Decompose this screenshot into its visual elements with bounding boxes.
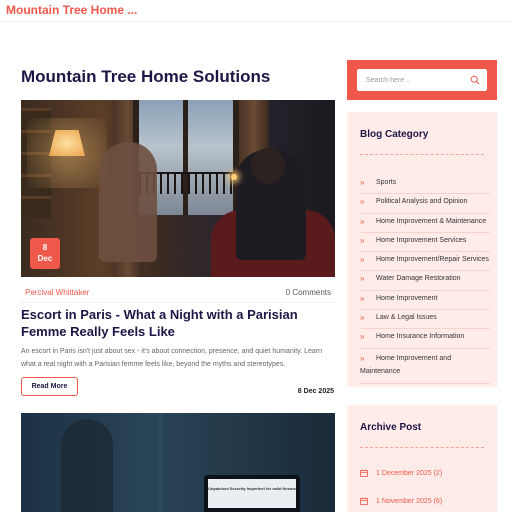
search-input[interactable]: [357, 69, 467, 91]
archive-item-november-2025[interactable]: 1 November 2025 (6): [360, 495, 490, 512]
category-label: Home Improvement and Maintenance: [360, 354, 452, 375]
laptop-screen-text: Unpatched Security Imperfect for valid t…: [208, 479, 296, 508]
category-label: Home Insurance Information: [376, 333, 465, 341]
page-title: Mountain Tree Home Solutions: [21, 67, 271, 86]
category-item-home-improvement[interactable]: » Home Improvement: [360, 291, 490, 311]
second-post-image[interactable]: Unpatched Security Imperfect for valid t…: [21, 413, 335, 512]
category-item-political-analysis[interactable]: » Political Analysis and Opinion: [360, 194, 490, 214]
read-more-button[interactable]: Read More: [21, 377, 78, 396]
post-comments-link[interactable]: 0 Comments: [220, 288, 331, 297]
category-item-home-insurance[interactable]: » Home Insurance Information: [360, 329, 490, 349]
category-label: Home Improvement & Maintenance: [376, 217, 487, 225]
category-item-home-improvement-services[interactable]: » Home Improvement Services: [360, 233, 490, 253]
double-chevron-right-icon: »: [360, 332, 365, 342]
double-chevron-right-icon: »: [360, 235, 365, 245]
archive-list: 1 December 2025 (2) 1 November 2025 (6): [360, 467, 490, 512]
double-chevron-right-icon: »: [360, 293, 365, 303]
calendar-icon: [360, 469, 368, 477]
category-label: Home Improvement Services: [376, 236, 467, 244]
widget-title-divider: [360, 154, 484, 155]
category-label: Home Improvement/Repair Services: [376, 256, 489, 264]
category-item-home-improvement-and-maintenance[interactable]: » Home Improvement and Maintenance: [360, 349, 490, 384]
post-date-badge: 8 Dec: [30, 238, 60, 269]
post-excerpt: An escort in Paris isn't just about sex …: [21, 348, 322, 368]
archive-post-title: Archive Post: [360, 422, 422, 433]
post-date: 8 Dec 2025: [297, 388, 334, 395]
post-featured-image[interactable]: [21, 100, 335, 277]
widget-title-divider: [360, 447, 484, 448]
category-label: Sports: [376, 179, 397, 186]
site-title-link[interactable]: Mountain Tree Home ...: [6, 3, 137, 17]
top-header: Mountain Tree Home ...: [0, 0, 512, 22]
double-chevron-right-icon: »: [360, 313, 365, 323]
archive-post-widget: Archive Post 1 December 2025 (2) 1 Novem…: [347, 405, 497, 512]
double-chevron-right-icon: »: [360, 255, 365, 265]
category-list: » Sports » Political Analysis and Opinion …: [360, 175, 490, 384]
post-title-link[interactable]: Escort in Paris - What a Night with a Pa…: [21, 306, 335, 340]
post-author-link[interactable]: Percival Whittaker: [25, 288, 89, 297]
double-chevron-right-icon: »: [360, 197, 365, 207]
laptop-illustration: Unpatched Security Imperfect for valid t…: [204, 475, 300, 512]
date-badge-day: 8: [42, 243, 48, 252]
category-item-water-damage[interactable]: » Water Damage Restoration: [360, 271, 490, 291]
calendar-icon: [360, 497, 368, 505]
meta-divider: [21, 302, 335, 303]
category-label: Water Damage Restoration: [376, 275, 461, 283]
category-item-home-improvement-repair[interactable]: » Home Improvement/Repair Services: [360, 252, 490, 272]
category-item-home-improvement-maintenance[interactable]: » Home Improvement & Maintenance: [360, 214, 490, 233]
search-icon[interactable]: [470, 75, 480, 85]
archive-label: 1 November 2025 (6): [376, 498, 443, 505]
blog-category-widget: Blog Category » Sports » Political Analysi…: [347, 112, 497, 387]
category-label: Political Analysis and Opinion: [376, 198, 468, 206]
search-widget: [347, 60, 497, 100]
category-label: Home Improvement: [376, 294, 438, 302]
double-chevron-right-icon: »: [360, 178, 365, 187]
category-item-sports[interactable]: » Sports: [360, 175, 490, 195]
category-label: Law & Legal Issues: [376, 314, 437, 322]
double-chevron-right-icon: »: [360, 274, 365, 284]
double-chevron-right-icon: »: [360, 216, 365, 226]
date-badge-month: Dec: [37, 254, 53, 263]
archive-label: 1 December 2025 (2): [376, 470, 443, 477]
search-box: [357, 69, 487, 91]
archive-item-december-2025[interactable]: 1 December 2025 (2): [360, 467, 490, 495]
blog-category-title: Blog Category: [360, 129, 429, 140]
double-chevron-right-icon: »: [360, 353, 365, 363]
category-item-law-legal[interactable]: » Law & Legal Issues: [360, 310, 490, 330]
